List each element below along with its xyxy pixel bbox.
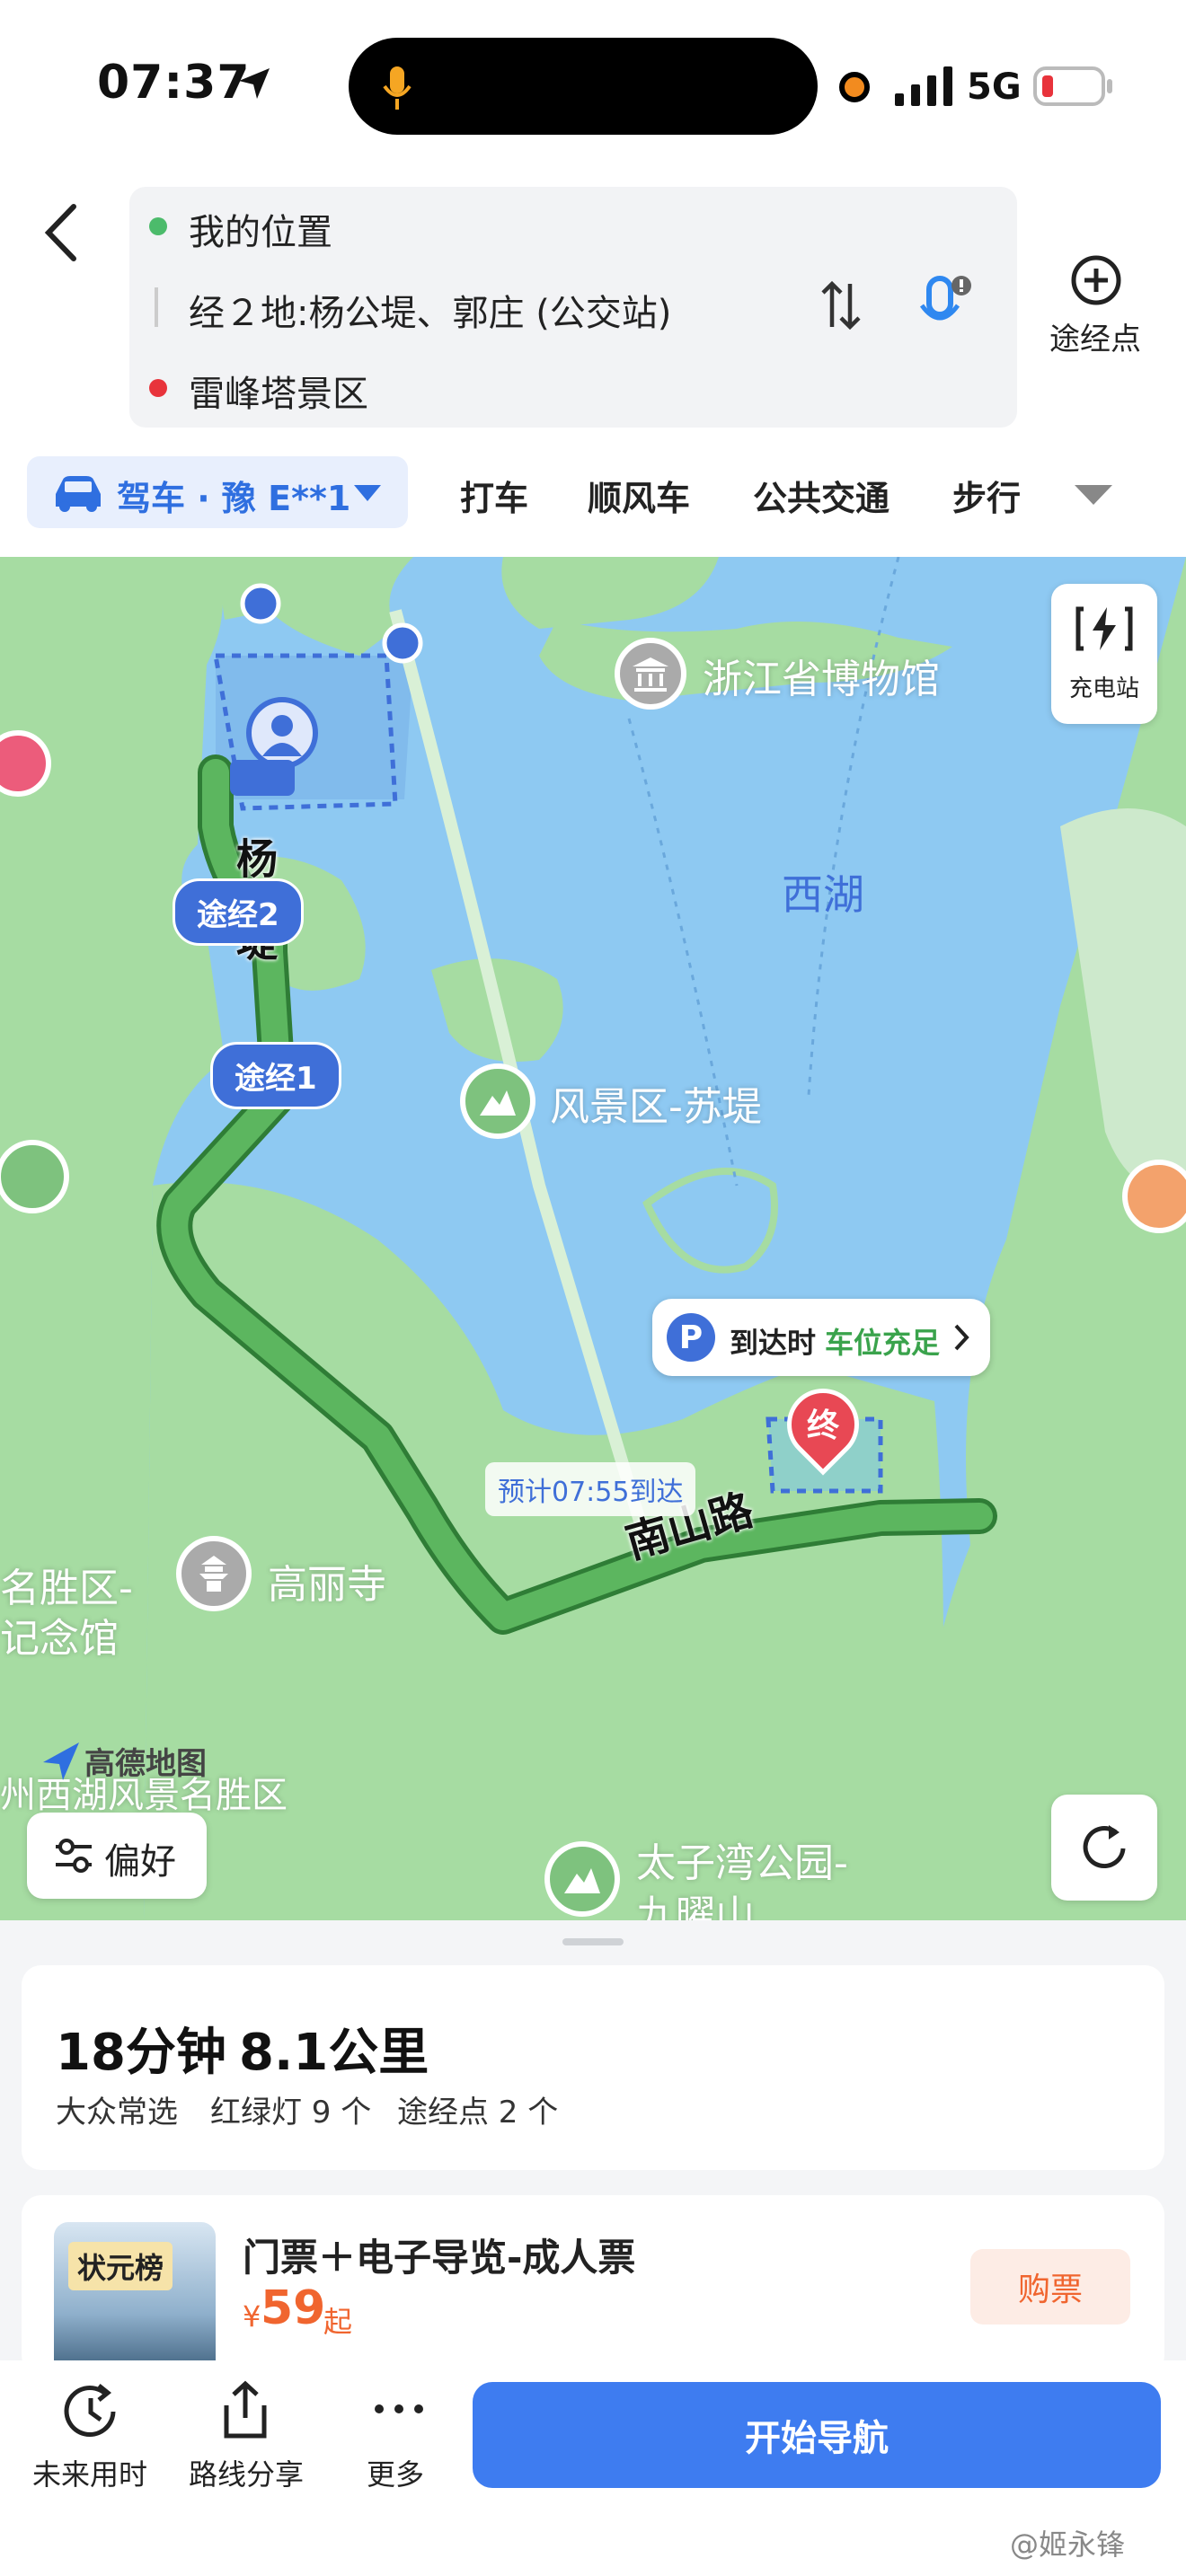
ticket-currency: ¥ bbox=[243, 2299, 261, 2333]
route-share-label[interactable]: 路线分享 bbox=[189, 2452, 304, 2493]
watermark: @姬永锋 bbox=[1010, 2527, 1126, 2562]
back-icon[interactable] bbox=[40, 201, 84, 264]
park-icon[interactable] bbox=[544, 1841, 620, 1917]
parking-prefix: 到达时 bbox=[730, 1326, 817, 1360]
filter-icon[interactable] bbox=[52, 1836, 95, 1875]
add-waypoint-label[interactable]: 途经点 bbox=[1049, 314, 1141, 358]
user-location-avatar[interactable] bbox=[246, 697, 318, 769]
destination-pin-label: 终 bbox=[806, 1407, 839, 1444]
poi-taiziwan-label[interactable]: 太子湾公园- bbox=[636, 1831, 848, 1888]
battery-icon bbox=[1033, 66, 1112, 106]
ticket-thumbnail-text: 状元榜 bbox=[68, 2242, 173, 2290]
destination-field[interactable]: 雷峰塔景区 bbox=[189, 365, 368, 417]
location-arrow-icon bbox=[239, 68, 270, 99]
route-waypoints: 途经点 2 个 bbox=[397, 2095, 559, 2130]
via1-marker[interactable]: 途经1 bbox=[210, 1042, 341, 1109]
poi-museum-label[interactable]: 浙江省博物馆 bbox=[703, 647, 940, 704]
via-marker bbox=[155, 287, 158, 327]
mode-carpool[interactable]: 顺风车 bbox=[588, 471, 690, 520]
chevron-down-icon[interactable] bbox=[352, 483, 383, 503]
ticket-title[interactable]: 门票＋电子导览-成人票 bbox=[243, 2228, 635, 2282]
ticket-thumbnail: 状元榜 bbox=[54, 2222, 216, 2375]
parking-icon: P bbox=[667, 1313, 715, 1362]
voice-input-icon[interactable] bbox=[916, 275, 974, 336]
eta-tag: 预计07:55到达 bbox=[485, 1462, 696, 1516]
poi-jiuyaoshan-label[interactable]: 九曜山 bbox=[636, 1883, 755, 1920]
charging-label[interactable]: 充电站 bbox=[1069, 670, 1139, 703]
mode-taxi[interactable]: 打车 bbox=[460, 471, 528, 520]
poi-sudi-label[interactable]: 风景区-苏堤 bbox=[550, 1074, 762, 1132]
car-icon bbox=[56, 476, 101, 512]
ticket-price-suffix: 起 bbox=[323, 2305, 353, 2339]
start-navigation-button[interactable]: 开始导航 bbox=[473, 2382, 1161, 2488]
swap-icon[interactable] bbox=[818, 278, 864, 332]
more-icon[interactable] bbox=[372, 2400, 426, 2418]
mode-drive-label[interactable]: 驾车 · 豫 E**1 bbox=[117, 471, 350, 520]
temple-icon[interactable] bbox=[176, 1536, 252, 1611]
buy-ticket-button[interactable]: 购票 bbox=[970, 2249, 1130, 2325]
route-distance: 8.1公里 bbox=[239, 2024, 429, 2082]
lake-label: 西湖 bbox=[782, 870, 864, 919]
route-tag: 大众常选 bbox=[56, 2095, 178, 2130]
ticket-price: 59 bbox=[261, 2281, 326, 2335]
recording-indicator-icon bbox=[839, 72, 870, 102]
car-location-marker bbox=[230, 760, 295, 796]
destination-dot bbox=[149, 379, 167, 397]
origin-field[interactable]: 我的位置 bbox=[189, 203, 332, 255]
chevron-right-icon bbox=[954, 1324, 969, 1351]
parking-status: 车位充足 bbox=[825, 1326, 941, 1360]
preference-label[interactable]: 偏好 bbox=[104, 1832, 176, 1884]
status-time: 07:37 bbox=[97, 56, 251, 110]
scenic-icon[interactable] bbox=[460, 1063, 535, 1139]
sheet-handle[interactable] bbox=[562, 1938, 624, 1945]
map-view[interactable]: 浙江省博物馆 西湖 风景区-苏堤 高丽寺 名胜区- 记念馆 州西湖风景名胜区 太… bbox=[0, 557, 1186, 1920]
map-canvas[interactable] bbox=[0, 557, 1186, 1920]
museum-icon[interactable] bbox=[615, 638, 686, 710]
left-label-1: 名胜区- bbox=[0, 1566, 133, 1611]
left-label-2: 记念馆 bbox=[0, 1616, 119, 1662]
signal-bars-icon bbox=[895, 66, 952, 106]
refresh-icon[interactable] bbox=[1078, 1822, 1130, 1874]
charging-icon[interactable] bbox=[1075, 604, 1134, 654]
share-icon[interactable] bbox=[216, 2378, 275, 2441]
dynamic-island bbox=[349, 38, 818, 135]
microphone-icon bbox=[383, 66, 412, 110]
via2-marker[interactable]: 途经2 bbox=[173, 878, 304, 946]
more-modes-icon[interactable] bbox=[1073, 483, 1114, 507]
gaode-logo-icon bbox=[43, 1742, 79, 1780]
add-waypoint-icon[interactable] bbox=[1069, 253, 1123, 307]
origin-dot bbox=[149, 217, 167, 235]
network-type: 5G bbox=[967, 66, 1022, 108]
future-time-label[interactable]: 未来用时 bbox=[32, 2452, 147, 2493]
more-label[interactable]: 更多 bbox=[367, 2452, 424, 2493]
map-logo-label: 高德地图 bbox=[84, 1746, 207, 1782]
mode-walk[interactable]: 步行 bbox=[952, 471, 1021, 520]
clock-icon[interactable] bbox=[59, 2380, 122, 2443]
poi-gaolisi-label[interactable]: 高丽寺 bbox=[268, 1552, 386, 1610]
route-lights: 红绿灯 9 个 bbox=[210, 2095, 372, 2130]
via-field[interactable]: 经２地:杨公堤、郭庄 (公交站) bbox=[189, 284, 671, 336]
mode-transit[interactable]: 公共交通 bbox=[753, 471, 890, 520]
route-duration: 18分钟 bbox=[56, 2024, 226, 2082]
